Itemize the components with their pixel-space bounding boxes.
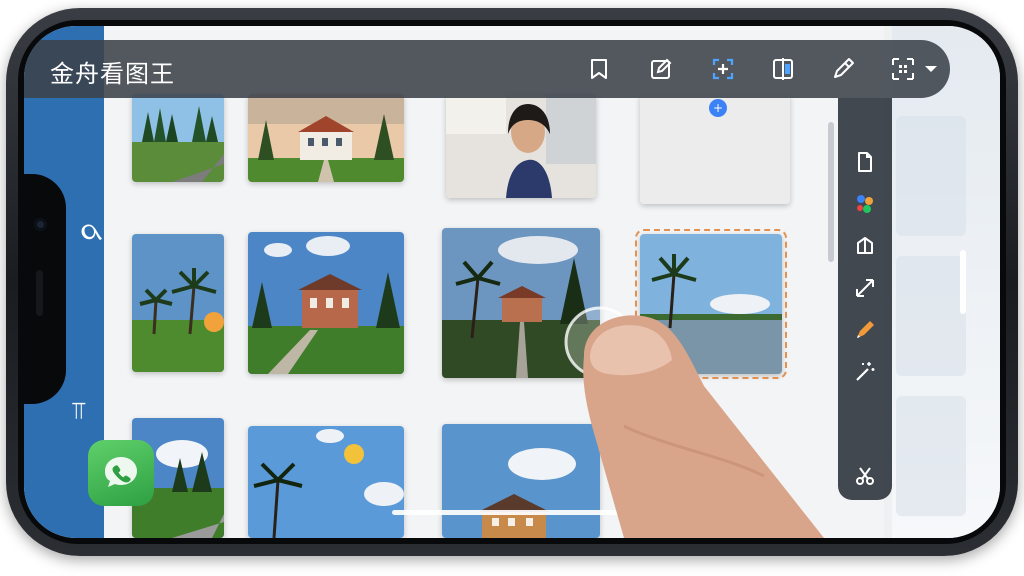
thumb-palm-path[interactable]	[442, 228, 600, 378]
thumb-blank[interactable]: +	[640, 94, 790, 204]
qr-grid-icon[interactable]	[888, 54, 918, 84]
back-arrow-icon[interactable]: ⫪	[72, 398, 86, 426]
side-gesture-pill	[960, 250, 966, 314]
pen-icon[interactable]	[828, 54, 858, 84]
gallery-scrollbar[interactable]	[828, 122, 834, 262]
screen: ර ⫪ + 金舟看图王	[24, 26, 1000, 538]
top-toolbar: 金舟看图王	[24, 40, 950, 98]
svg-text:+: +	[713, 101, 723, 115]
bookmark-icon[interactable]	[584, 54, 614, 84]
thumb-forest-road[interactable]	[132, 94, 224, 182]
side-toolbar	[838, 98, 892, 500]
background-window	[892, 26, 1000, 538]
app-title: 金舟看图王	[50, 61, 175, 88]
cut-icon[interactable]	[851, 462, 879, 490]
file-icon[interactable]	[851, 148, 879, 176]
edit-icon[interactable]	[646, 54, 676, 84]
rail-digit: ර	[75, 224, 106, 240]
phone-app-icon[interactable]	[88, 440, 154, 506]
front-camera	[34, 218, 47, 231]
background-tile	[896, 396, 966, 516]
thumb-partial-palm[interactable]	[650, 478, 710, 538]
camera-notch	[24, 174, 66, 404]
color-dots-icon[interactable]	[851, 190, 879, 218]
add-frame-icon[interactable]	[708, 54, 738, 84]
home-indicator	[392, 510, 632, 515]
image-gallery: +	[104, 26, 884, 538]
chevron-down-icon[interactable]	[920, 54, 942, 84]
background-tile	[896, 256, 966, 376]
thumb-building-sky[interactable]	[442, 424, 600, 538]
thumb-brick-house[interactable]	[248, 232, 404, 374]
speaker-grille	[36, 270, 43, 316]
resize-arrow-icon[interactable]	[851, 274, 879, 302]
crop-icon[interactable]	[851, 232, 879, 260]
background-tile	[896, 116, 966, 236]
phone-icon	[105, 457, 137, 487]
brush-icon[interactable]	[851, 316, 879, 344]
magic-wand-icon[interactable]	[851, 358, 879, 386]
thumb-palm-sunset[interactable]	[132, 234, 224, 372]
thumb-palm-sun[interactable]	[248, 426, 404, 538]
thumb-palm-lake[interactable]	[635, 229, 787, 379]
thumb-woman[interactable]	[446, 94, 596, 198]
thumb-villa[interactable]	[248, 94, 404, 182]
compare-icon[interactable]	[768, 54, 798, 84]
